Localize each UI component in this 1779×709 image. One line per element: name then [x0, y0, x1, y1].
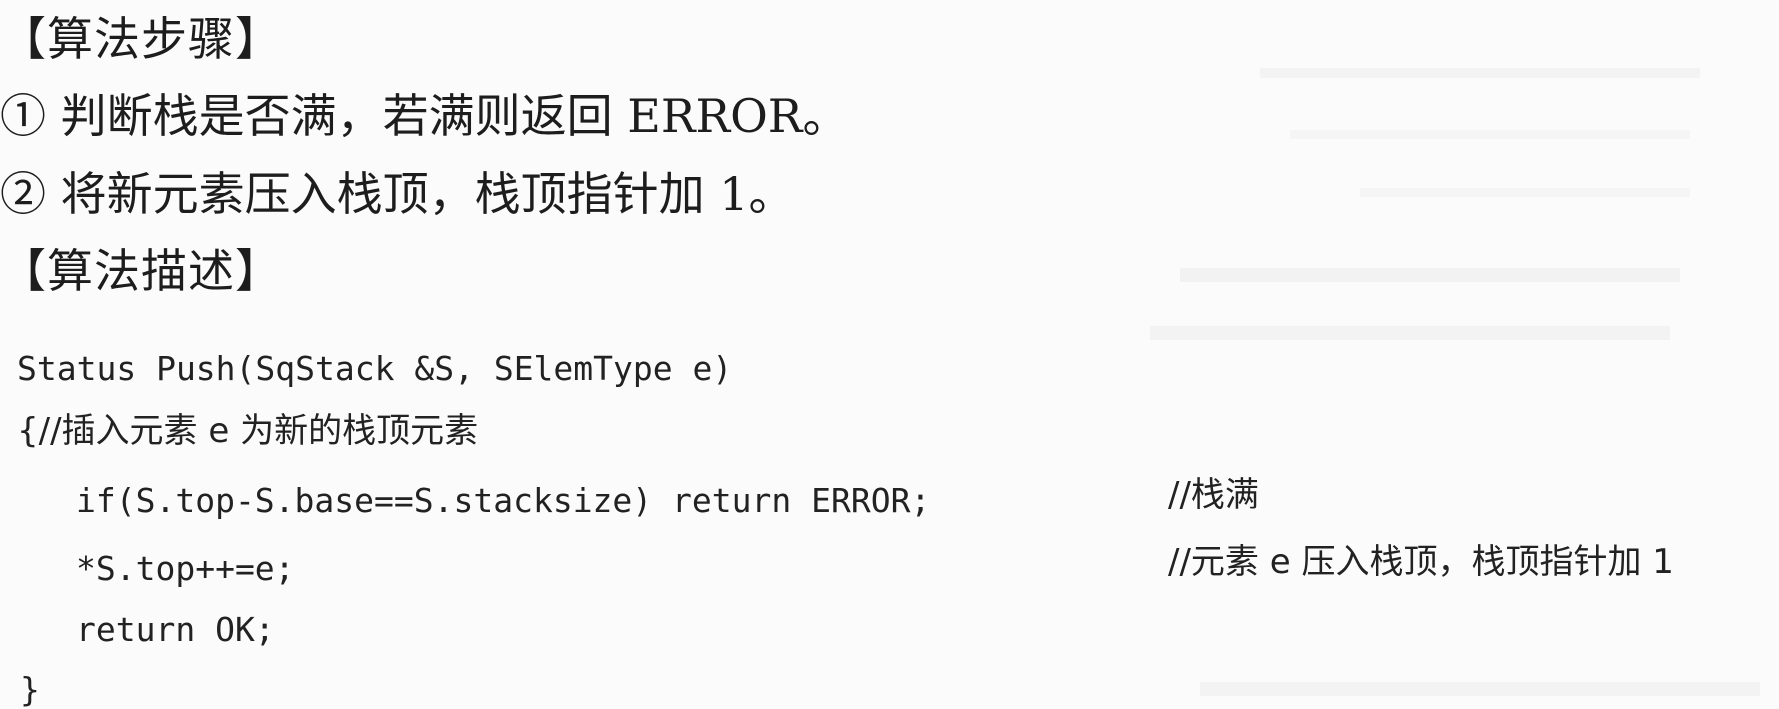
- step-1-text: ① 判断栈是否满，若满则返回 ERROR。: [0, 89, 849, 143]
- scan-artifact: [1200, 682, 1760, 696]
- code-line-if-full: if(S.top-S.base==S.stacksize) return ERR…: [76, 481, 931, 520]
- document-page: 【算法步骤】 ① 判断栈是否满，若满则返回 ERROR。 ② 将新元素压入栈顶，…: [0, 0, 1779, 707]
- step-2-text: ② 将新元素压入栈顶，栈顶指针加 1。: [0, 167, 795, 221]
- scan-artifact: [1290, 130, 1690, 139]
- algorithm-steps-heading: 【算法步骤】: [0, 12, 282, 66]
- algorithm-description-heading: 【算法描述】: [0, 244, 282, 298]
- close-brace: }: [20, 670, 40, 709]
- scan-artifact: [1260, 68, 1700, 78]
- comment-stack-full: //栈满: [1168, 475, 1259, 515]
- scan-artifact: [1360, 188, 1690, 197]
- scan-artifact: [1150, 326, 1670, 340]
- comment-push: //元素 e 压入栈顶，栈顶指针加 1: [1168, 542, 1674, 582]
- code-line-push: *S.top++=e;: [76, 549, 295, 588]
- open-brace-comment: {//插入元素 e 为新的栈顶元素: [17, 411, 479, 451]
- scan-artifact: [1180, 268, 1680, 282]
- function-signature: Status Push(SqStack &S, SElemType e): [17, 349, 733, 388]
- code-line-return: return OK;: [76, 610, 275, 649]
